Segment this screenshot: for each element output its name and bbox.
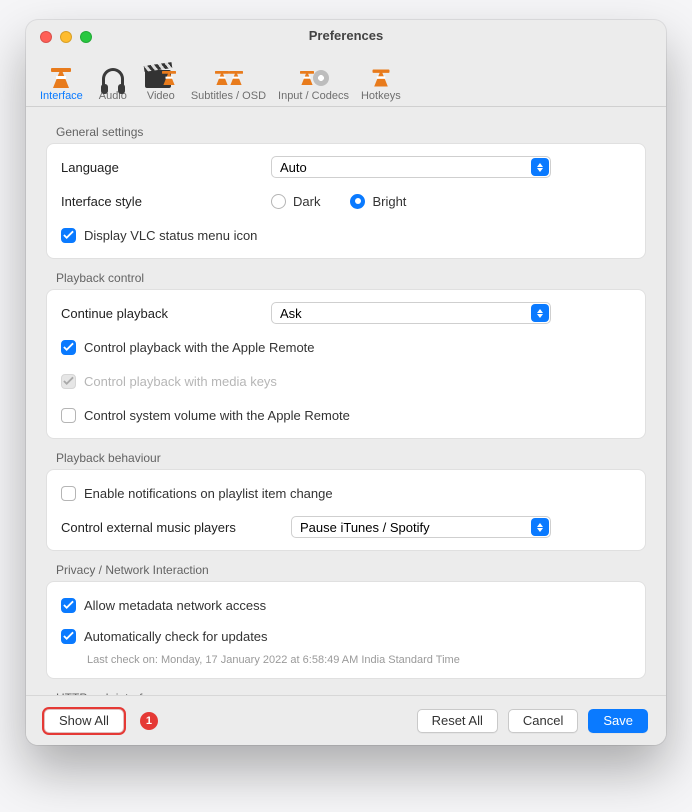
show-all-button[interactable]: Show All — [44, 709, 124, 733]
tab-hotkeys[interactable]: Hotkeys — [355, 54, 407, 106]
cone-icon — [45, 56, 77, 88]
checkbox-apple-remote[interactable]: Control playback with the Apple Remote — [61, 340, 315, 355]
label-external-players: Control external music players — [61, 520, 281, 535]
section-title-general: General settings — [46, 119, 646, 143]
checkbox-auto-updates[interactable]: Automatically check for updates — [61, 629, 268, 644]
tab-audio[interactable]: Audio — [89, 54, 137, 106]
checkbox-status-menu-icon[interactable]: Display VLC status menu icon — [61, 228, 257, 243]
preferences-window: Preferences Interface Audio Video Subtit… — [26, 20, 666, 745]
cones-pair-icon — [212, 56, 244, 88]
reset-all-button[interactable]: Reset All — [417, 709, 498, 733]
tab-video[interactable]: Video — [137, 54, 185, 106]
continue-playback-select[interactable]: Ask — [271, 302, 551, 324]
section-title-http: HTTP web interface — [46, 685, 646, 695]
radio-style-bright[interactable]: Bright — [350, 194, 406, 209]
tab-input-codecs[interactable]: Input / Codecs — [272, 54, 355, 106]
cancel-button[interactable]: Cancel — [508, 709, 578, 733]
panel-privacy: Allow metadata network access Automatica… — [46, 581, 646, 679]
text-last-update-check: Last check on: Monday, 17 January 2022 a… — [61, 652, 631, 670]
button-bar: Show All 1 Reset All Cancel Save — [26, 695, 666, 745]
language-select[interactable]: Auto — [271, 156, 551, 178]
label-continue-playback: Continue playback — [61, 306, 261, 321]
external-players-select[interactable]: Pause iTunes / Spotify — [291, 516, 551, 538]
panel-playback-behaviour: Enable notifications on playlist item ch… — [46, 469, 646, 551]
traffic-lights — [40, 31, 92, 43]
annotation-badge: 1 — [140, 712, 158, 730]
panel-general: Language Auto Interface style Dark Brigh… — [46, 143, 646, 259]
section-title-playback-control: Playback control — [46, 265, 646, 289]
zoom-window-button[interactable] — [80, 31, 92, 43]
section-title-playback-behaviour: Playback behaviour — [46, 445, 646, 469]
select-arrows-icon — [531, 518, 549, 536]
prefs-scroll-area[interactable]: General settings Language Auto Interface… — [26, 107, 666, 695]
label-interface-style: Interface style — [61, 194, 261, 209]
headphones-icon — [97, 56, 129, 88]
prefs-toolbar: Interface Audio Video Subtitles / OSD In… — [26, 50, 666, 107]
radio-style-dark[interactable]: Dark — [271, 194, 320, 209]
close-window-button[interactable] — [40, 31, 52, 43]
tab-subtitles[interactable]: Subtitles / OSD — [185, 54, 272, 106]
clapper-cone-icon — [145, 56, 177, 88]
checkbox-metadata-network[interactable]: Allow metadata network access — [61, 598, 266, 613]
cone-icon — [365, 56, 397, 88]
cone-disc-icon — [297, 56, 329, 88]
checkbox-playlist-notifications[interactable]: Enable notifications on playlist item ch… — [61, 486, 333, 501]
select-arrows-icon — [531, 158, 549, 176]
panel-playback-control: Continue playback Ask Control playback w… — [46, 289, 646, 439]
label-language: Language — [61, 160, 261, 175]
tab-interface[interactable]: Interface — [34, 54, 89, 106]
titlebar: Preferences — [26, 20, 666, 50]
minimize-window-button[interactable] — [60, 31, 72, 43]
checkbox-system-volume-remote[interactable]: Control system volume with the Apple Rem… — [61, 408, 350, 423]
window-title: Preferences — [26, 20, 666, 43]
select-arrows-icon — [531, 304, 549, 322]
section-title-privacy: Privacy / Network Interaction — [46, 557, 646, 581]
checkbox-media-keys: Control playback with media keys — [61, 374, 277, 389]
save-button[interactable]: Save — [588, 709, 648, 733]
